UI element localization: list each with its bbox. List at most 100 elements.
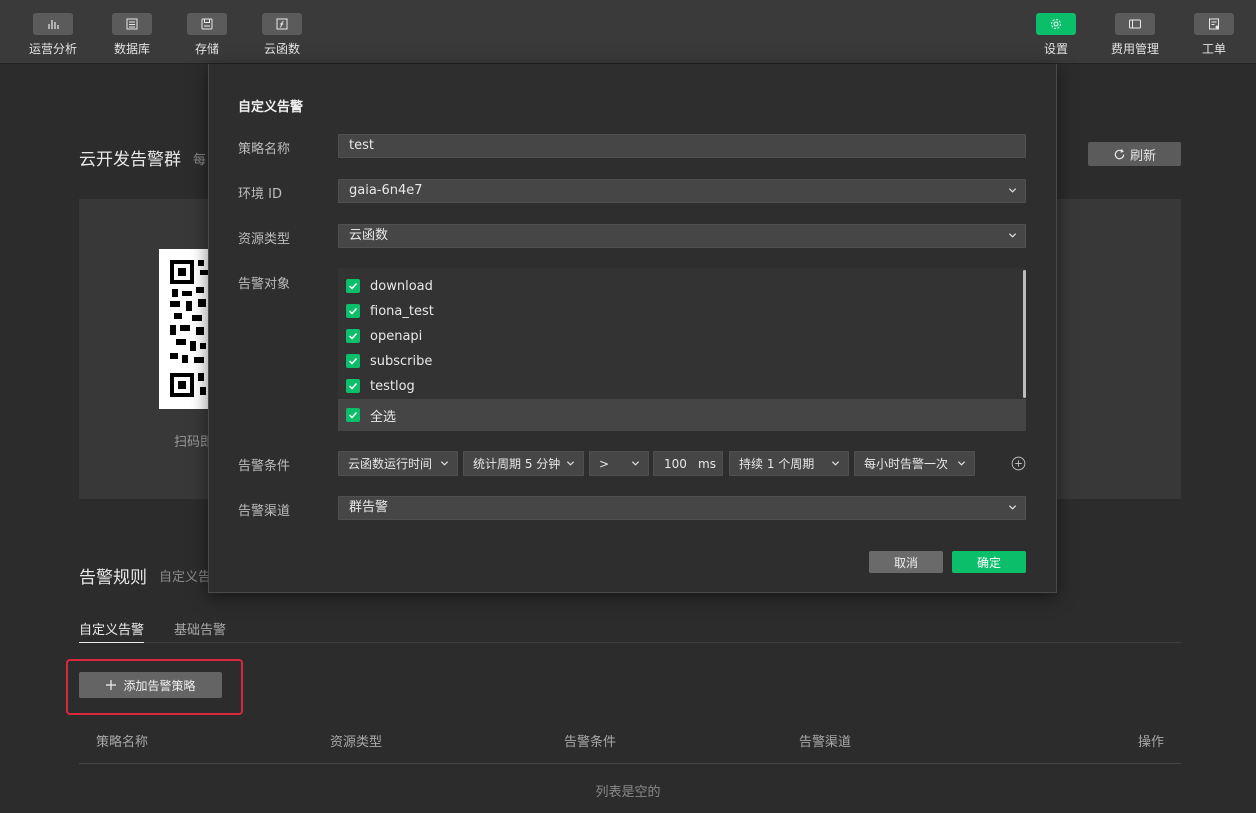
table-divider [79,763,1181,764]
target-item-openapi[interactable]: openapi [346,327,422,345]
custom-alert-dialog: 自定义告警 策略名称 test 环境 ID gaia-6n4e7 资源类型 云函… [208,64,1057,593]
condition-duration-value: 持续 1 个周期 [739,457,815,471]
alert-channel-value: 群告警 [349,500,389,515]
toolbar-storage-label: 存储 [194,42,219,56]
header-policy-name: 策略名称 [96,735,149,750]
tab-custom-alerts[interactable]: 自定义告警 [79,619,145,643]
targets-scrollbar[interactable] [1023,270,1026,398]
alert-targets-label: 告警对象 [238,277,291,292]
storage-icon [187,13,227,35]
target-label: testlog [370,378,415,394]
policy-name-input[interactable]: test [338,134,1026,158]
header-alert-channel: 告警渠道 [799,735,852,750]
add-alert-policy-label: 添加告警策略 [123,678,196,693]
qr-code [159,249,209,409]
cancel-button[interactable]: 取消 [869,551,943,573]
target-item-testlog[interactable]: testlog [346,377,415,395]
gear-icon [1036,13,1076,35]
alert-channel-select[interactable]: 群告警 [338,496,1026,520]
confirm-button[interactable]: 确定 [952,551,1026,573]
rules-title: 告警规则 [79,568,147,588]
toolbar-ticket[interactable]: 工单 [1174,0,1254,64]
top-toolbar: 运营分析 数据库 存储 云函数 设置 费用管理 工单 [0,0,1256,64]
plus-icon [106,680,117,690]
chevron-down-icon [440,459,449,467]
toolbar-functions-label: 云函数 [263,42,300,56]
toolbar-billing-label: 费用管理 [1110,42,1159,56]
header-actions: 操作 [1138,735,1165,750]
rule-tabs: 自定义告警 基础告警 [79,619,1181,643]
alert-channel-label: 告警渠道 [238,504,291,519]
billing-icon [1115,13,1155,35]
empty-list-text: 列表是空的 [595,785,661,800]
env-id-label: 环境 ID [238,187,282,202]
target-label: download [370,278,433,294]
refresh-button[interactable]: 刷新 [1088,142,1181,166]
rules-subtitle: 自定义告 [159,570,212,585]
toolbar-database-label: 数据库 [113,42,150,56]
tab-basic-alerts[interactable]: 基础告警 [174,619,226,642]
condition-operator-value: > [599,456,610,471]
target-label: openapi [370,328,423,344]
condition-metric-value: 云函数运行时间 [348,457,433,471]
refresh-label: 刷新 [1129,148,1156,164]
chevron-down-icon [566,459,575,467]
dialog-title: 自定义告警 [238,100,304,115]
chevron-down-icon [1008,186,1017,194]
ticket-icon [1194,13,1234,35]
condition-frequency-value: 每小时告警一次 [864,457,949,471]
chevron-down-icon [831,459,840,467]
condition-unit: ms [698,456,716,471]
condition-threshold-value: 100 [664,456,687,471]
chevron-down-icon [1008,503,1017,511]
database-icon [112,13,152,35]
alert-group-subtitle: 每 [193,153,207,168]
condition-threshold-input[interactable]: 100 ms [653,451,723,476]
checkbox-checked-icon[interactable] [346,304,360,318]
toolbar-ticket-label: 工单 [1201,42,1226,56]
select-all-label: 全选 [370,409,397,425]
alert-conditions-label: 告警条件 [238,459,291,474]
toolbar-storage[interactable]: 存储 [167,0,247,64]
policy-name-label: 策略名称 [238,142,291,157]
chevron-down-icon [1008,231,1017,239]
header-resource-type: 资源类型 [330,735,383,750]
resource-type-select[interactable]: 云函数 [338,224,1026,248]
checkbox-checked-icon[interactable] [346,279,360,293]
checkbox-checked-icon[interactable] [346,379,360,393]
toolbar-settings-label: 设置 [1043,42,1068,56]
alert-group-title: 云开发告警群 [79,150,181,170]
env-id-value: gaia-6n4e7 [349,183,423,198]
target-label: fiona_test [370,303,434,319]
add-condition-icon[interactable] [1011,456,1026,471]
resource-type-label: 资源类型 [238,232,291,247]
condition-period-select[interactable]: 统计周期 5 分钟 [463,451,584,476]
target-item-subscribe[interactable]: subscribe [346,352,432,370]
chevron-down-icon [631,459,640,467]
condition-operator-select[interactable]: > [589,451,649,476]
target-label: subscribe [370,353,433,369]
checkbox-checked-icon[interactable] [346,354,360,368]
target-item-fiona-test[interactable]: fiona_test [346,302,434,320]
bar-chart-icon [33,13,73,35]
toolbar-database[interactable]: 数据库 [92,0,172,64]
checkbox-checked-icon[interactable] [346,408,360,422]
resource-type-value: 云函数 [349,228,389,243]
function-icon [262,13,302,35]
target-item-download[interactable]: download [346,277,433,295]
condition-period-value: 统计周期 5 分钟 [473,457,561,471]
toolbar-analytics-label: 运营分析 [28,42,77,56]
select-all-row[interactable]: 全选 [338,399,1026,431]
condition-duration-select[interactable]: 持续 1 个周期 [729,451,849,476]
chevron-down-icon [957,459,966,467]
env-id-select[interactable]: gaia-6n4e7 [338,179,1026,203]
toolbar-billing[interactable]: 费用管理 [1095,0,1175,64]
header-alert-condition: 告警条件 [564,735,617,750]
condition-frequency-select[interactable]: 每小时告警一次 [854,451,975,476]
toolbar-analytics[interactable]: 运营分析 [13,0,93,64]
add-alert-policy-button[interactable]: 添加告警策略 [79,672,222,698]
condition-metric-select[interactable]: 云函数运行时间 [338,451,458,476]
toolbar-settings[interactable]: 设置 [1016,0,1096,64]
checkbox-checked-icon[interactable] [346,329,360,343]
toolbar-functions[interactable]: 云函数 [242,0,322,64]
